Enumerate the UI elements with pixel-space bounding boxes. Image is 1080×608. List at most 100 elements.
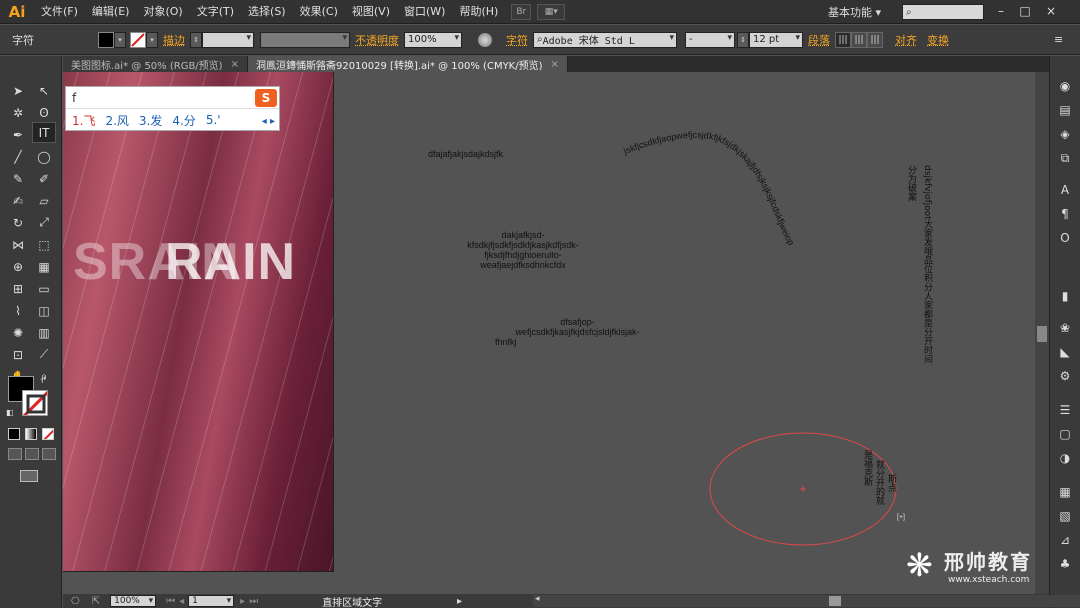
color-guide-icon[interactable]: ▤ <box>1055 100 1075 120</box>
brushes-icon[interactable]: ◣ <box>1055 342 1075 362</box>
minimize-button[interactable]: – <box>990 2 1012 20</box>
draw-inside-icon[interactable] <box>42 448 56 460</box>
selection-tool-icon[interactable]: ➤ <box>6 80 30 101</box>
pathfinder-icon[interactable]: ⊿ <box>1055 530 1075 550</box>
scroll-left-icon[interactable]: ◂ <box>535 594 540 604</box>
transparency-panel-icon[interactable]: ◑ <box>1055 448 1075 468</box>
vertical-scroll-thumb[interactable] <box>1037 326 1047 342</box>
align-left-icon[interactable]: ||| <box>835 31 851 48</box>
workspace-switcher[interactable]: 基本功能 ▾ <box>828 4 881 20</box>
status-icon-2[interactable]: ⇱ <box>92 596 100 607</box>
recolor-icon[interactable] <box>478 32 492 47</box>
status-menu-arrow-icon[interactable]: ▸ <box>457 596 462 607</box>
color-panel-icon[interactable]: ◉ <box>1055 76 1075 96</box>
direct-selection-tool-icon[interactable]: ↖ <box>32 80 56 101</box>
area-text-block-1[interactable]: dakjafkjsd- kfsdkjfjsdkfjsdkfjkasjkdfjsd… <box>443 230 603 270</box>
path-text-svg[interactable]: jskfjcsdkfjaopwefjcsjdkfjkfsjdkjskajfjdf… <box>603 122 903 312</box>
appearance-panel-icon[interactable]: ▦ <box>1055 482 1075 502</box>
transform-link[interactable]: 变换 <box>927 32 949 48</box>
stroke-color-box[interactable] <box>22 390 48 416</box>
document-canvas[interactable]: SRAIN RAIN f S 1.飞 2.风 3.发 4.分 5.' ◂ ▸ df… <box>63 72 1049 594</box>
restore-button[interactable]: □ <box>1014 2 1036 20</box>
color-mode-button[interactable] <box>8 428 20 440</box>
symbol-sprayer-tool-icon[interactable]: ✺ <box>6 322 30 343</box>
arrange-documents-icon[interactable]: ▦▾ <box>537 3 566 20</box>
default-colors-icon[interactable]: ◧ <box>6 408 14 417</box>
screen-mode-icon[interactable] <box>20 470 38 482</box>
paragraph-link[interactable]: 段落 <box>808 32 830 48</box>
free-transform-tool-icon[interactable]: ⬚ <box>32 234 56 255</box>
align-right-icon[interactable]: ||| <box>867 31 883 48</box>
last-page-icon[interactable]: ⏭ <box>249 596 258 607</box>
overflow-text-icon[interactable]: [+] <box>897 514 905 521</box>
font-style-field[interactable]: - <box>685 31 735 48</box>
close-button[interactable]: × <box>1040 2 1062 20</box>
close-icon[interactable]: × <box>231 59 239 70</box>
first-page-icon[interactable]: ⏮ <box>166 596 175 607</box>
vertical-text-col1[interactable]: 分为破案 <box>905 165 916 201</box>
ime-candidate-window[interactable]: f S 1.飞 2.风 3.发 4.分 5.' ◂ ▸ <box>65 86 280 131</box>
swatches-icon[interactable]: ❀ <box>1055 318 1075 338</box>
menu-edit[interactable]: 编辑(E) <box>85 0 137 24</box>
help-search-input[interactable]: ⌕ <box>902 4 984 20</box>
tab-document-1[interactable]: 美图图标.ai* @ 50% (RGB/预览) × <box>63 56 248 72</box>
opacity-field[interactable]: 100% <box>404 31 462 48</box>
stroke-dropdown-icon[interactable]: ▾ <box>146 31 158 48</box>
ime-candidate[interactable]: 4.分 <box>172 112 195 129</box>
align-center-icon[interactable]: ||| <box>851 31 867 48</box>
tab-document-2[interactable]: 洞鳯洹鏄悀斯嗠斋92010029 [转换].ai* @ 100% (CMYK/预… <box>247 56 568 72</box>
stroke-weight-field[interactable] <box>202 31 254 48</box>
gradient-tool-icon[interactable]: ▭ <box>32 278 56 299</box>
column-graph-tool-icon[interactable]: ▥ <box>32 322 56 343</box>
menu-object[interactable]: 对象(O) <box>136 0 189 24</box>
paragraph-panel-icon[interactable]: ¶ <box>1055 204 1075 224</box>
ime-candidate[interactable]: 3.发 <box>139 112 162 129</box>
variable-width-profile[interactable] <box>260 31 350 48</box>
prev-page-icon[interactable]: ◂ <box>179 596 184 607</box>
ime-input[interactable]: f <box>66 87 279 109</box>
ime-page-arrows-icon[interactable]: ◂ ▸ <box>262 116 275 127</box>
vertical-text-col2[interactable]: dsjkfvjofjoot大家发哦品位积分人家都是分开时间 <box>918 165 932 364</box>
perspective-grid-tool-icon[interactable]: ▦ <box>32 256 56 277</box>
align-link[interactable]: 对齐 <box>895 32 917 48</box>
scale-tool-icon[interactable]: ⤢ <box>32 212 56 233</box>
ellipse-text-col3[interactable]: 斯点 <box>885 474 896 492</box>
character-link[interactable]: 字符 <box>506 32 528 48</box>
menu-select[interactable]: 选择(S) <box>241 0 293 24</box>
stroke-link[interactable]: 描边 <box>163 32 185 48</box>
ellipse-text-col2[interactable]: 就分开的就 <box>873 460 884 505</box>
next-page-icon[interactable]: ▸ <box>240 596 245 607</box>
paintbrush-tool-icon[interactable]: ✎ <box>6 168 30 189</box>
page-field[interactable]: 1 <box>188 595 235 607</box>
menu-type[interactable]: 文字(T) <box>190 0 241 24</box>
swap-colors-icon[interactable]: ↱ <box>40 376 48 386</box>
vertical-scrollbar[interactable] <box>1035 72 1049 594</box>
font-family-field[interactable]: ⌕ Adobe 宋体 Std L <box>533 31 677 48</box>
blob-brush-tool-icon[interactable]: ✍ <box>6 190 30 211</box>
stroke-weight-stepper[interactable]: ⇕ <box>190 31 202 48</box>
status-icon-1[interactable]: ⎔ <box>71 596 80 607</box>
artboards-icon[interactable]: ⧉ <box>1055 148 1075 168</box>
graphic-styles-icon[interactable]: ▧ <box>1055 506 1075 526</box>
shape-builder-tool-icon[interactable]: ⊕ <box>6 256 30 277</box>
layers-icon[interactable]: ◈ <box>1055 124 1075 144</box>
menu-window[interactable]: 窗口(W) <box>397 0 452 24</box>
ime-candidate[interactable]: 2.风 <box>105 112 128 129</box>
pen-tool-icon[interactable]: ✒ <box>6 124 30 145</box>
ime-candidate[interactable]: 1.飞 <box>72 112 95 129</box>
line-tool-icon[interactable]: ╱ <box>6 146 30 167</box>
panel-menu-icon[interactable]: ≡ <box>1054 33 1063 46</box>
pencil-tool-icon[interactable]: ✐ <box>32 168 56 189</box>
artboard-tool-icon[interactable]: ⊡ <box>6 344 30 365</box>
point-text[interactable]: dfajafjakjsdajkdsjfk <box>428 149 503 159</box>
draw-normal-icon[interactable] <box>8 448 22 460</box>
rotate-tool-icon[interactable]: ↻ <box>6 212 30 233</box>
mesh-tool-icon[interactable]: ⊞ <box>6 278 30 299</box>
magic-wand-tool-icon[interactable]: ✲ <box>6 102 30 123</box>
opacity-link[interactable]: 不透明度 <box>355 32 399 48</box>
width-tool-icon[interactable]: ⋈ <box>6 234 30 255</box>
slice-tool-icon[interactable]: ⟋ <box>32 344 56 365</box>
none-mode-button[interactable] <box>42 428 54 440</box>
horizontal-scrollbar[interactable]: ◂ ▸ <box>533 594 1080 607</box>
draw-behind-icon[interactable] <box>25 448 39 460</box>
